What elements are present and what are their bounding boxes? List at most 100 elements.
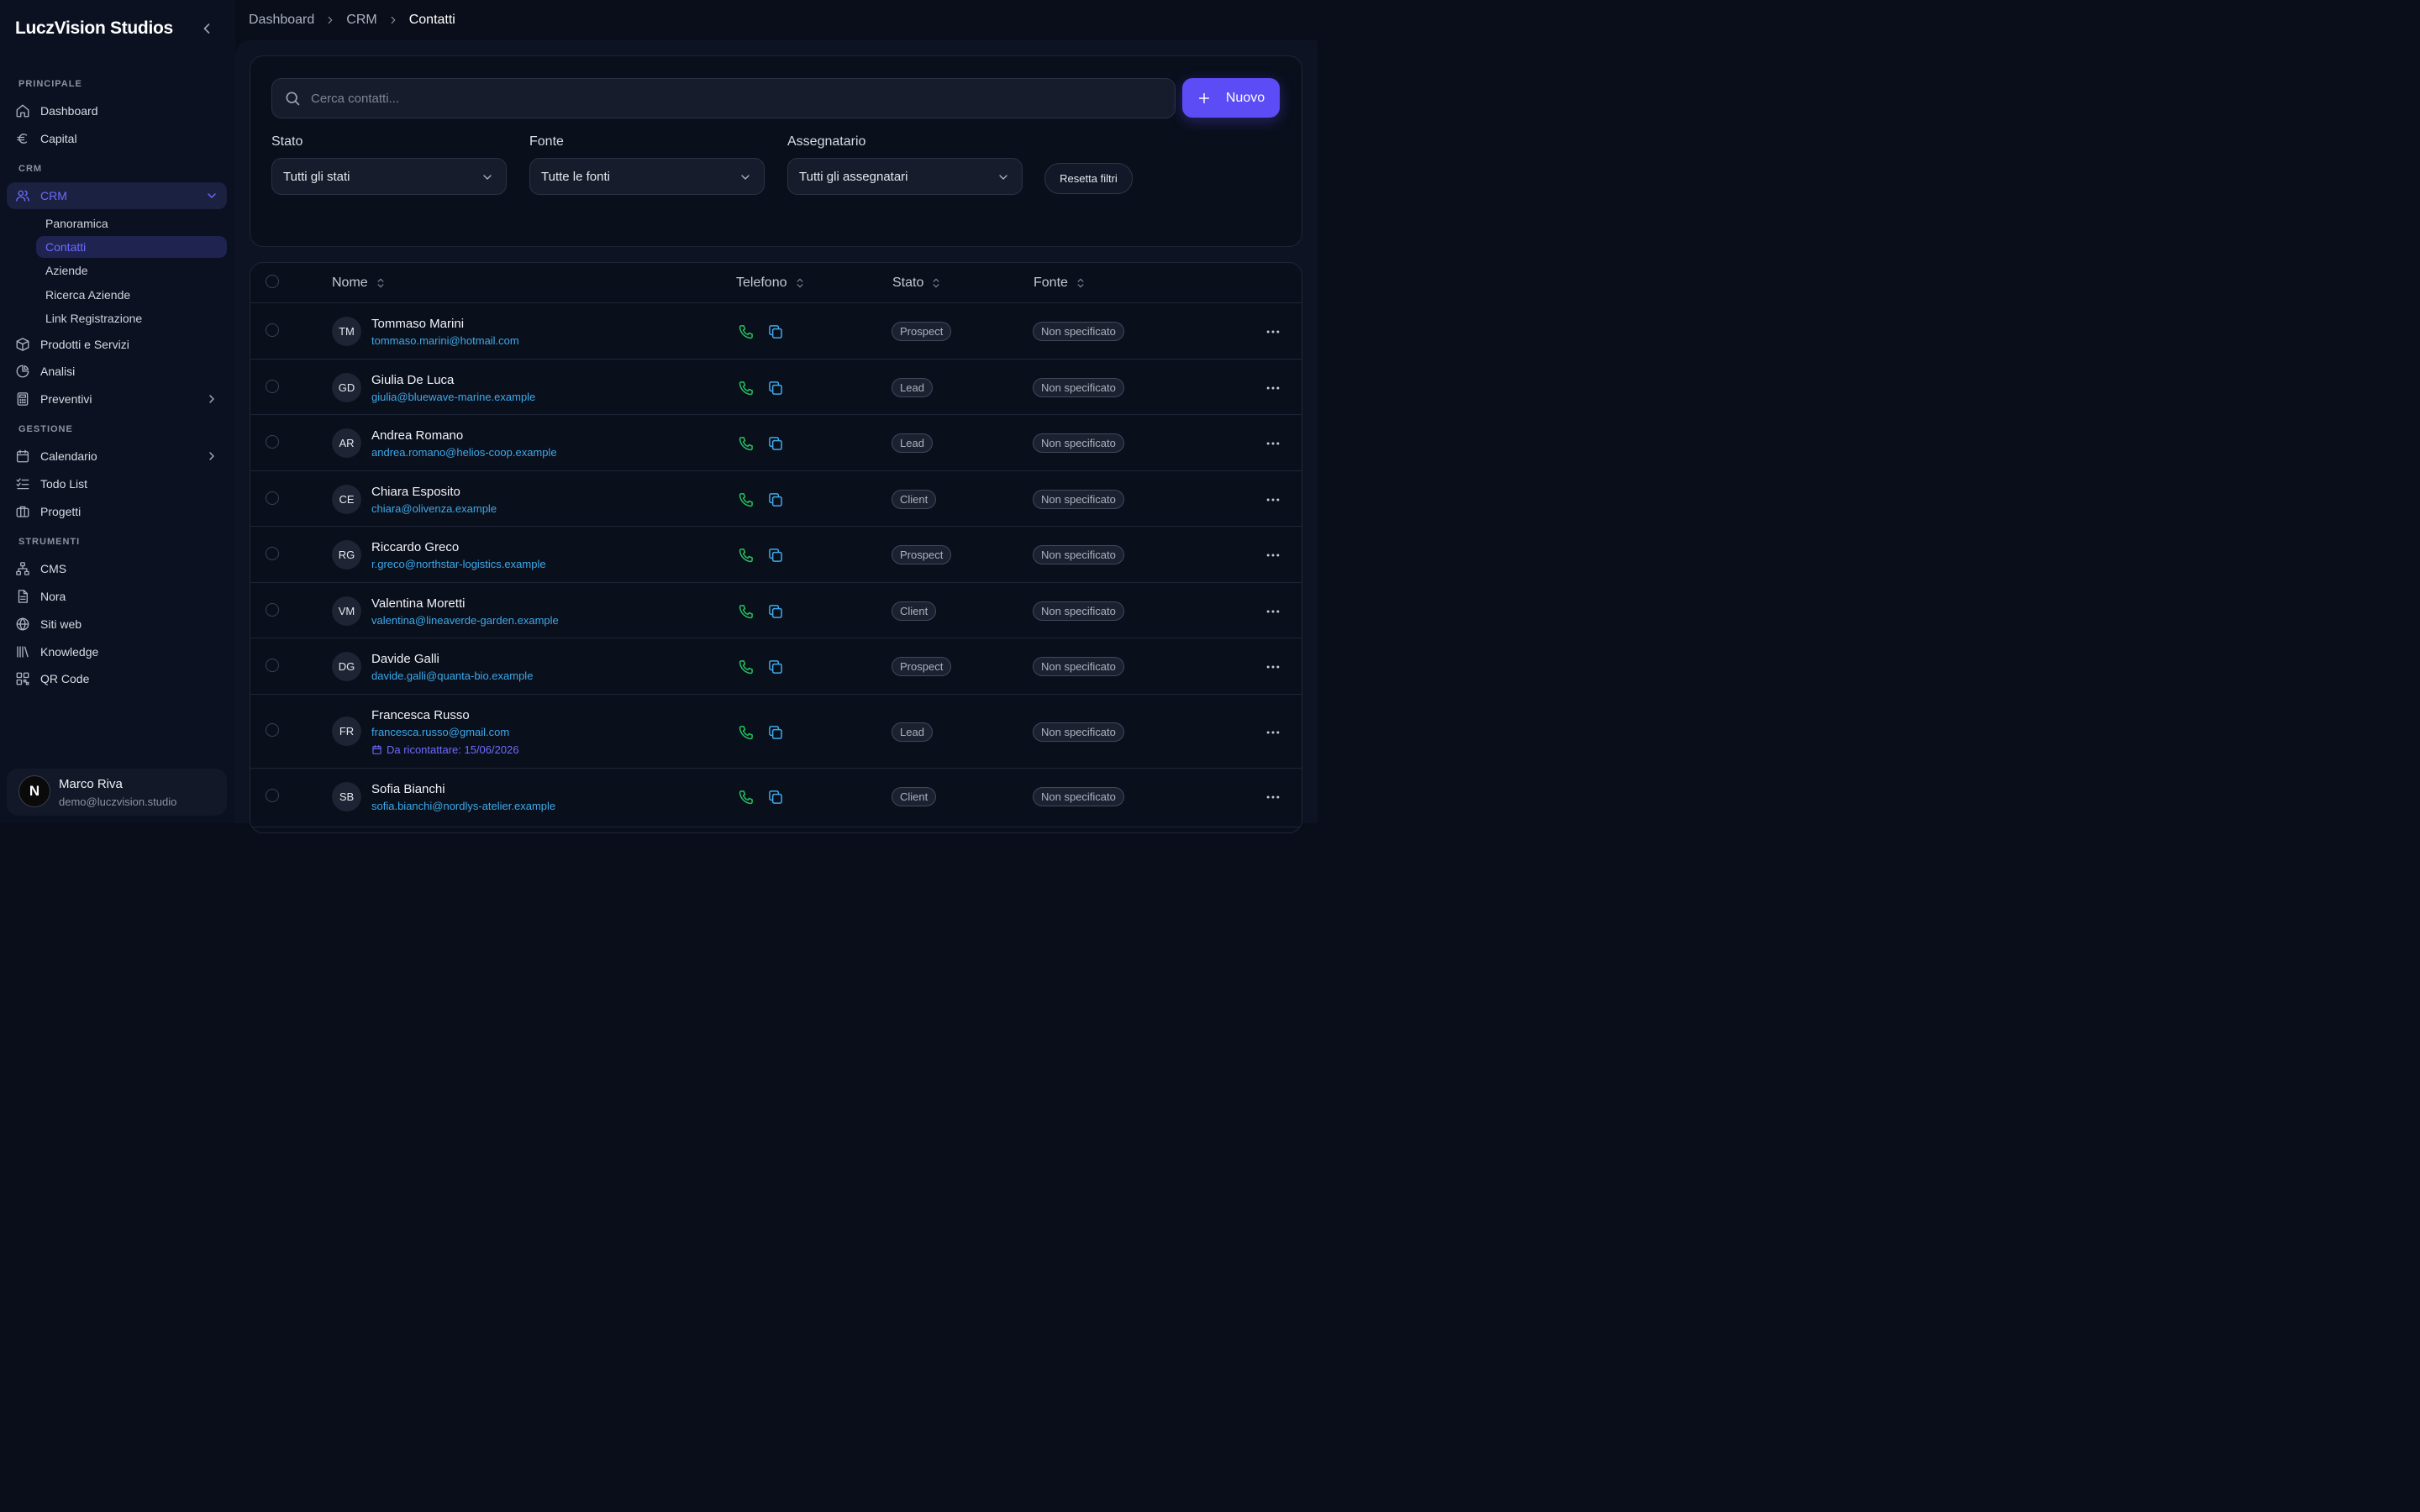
row-checkbox[interactable]	[266, 659, 279, 672]
sidebar-item-knowledge[interactable]: Knowledge	[7, 638, 227, 665]
sidebar-item-calendario[interactable]: Calendario	[7, 443, 227, 470]
copy-icon[interactable]	[767, 789, 784, 806]
row-checkbox[interactable]	[266, 323, 279, 337]
phone-icon[interactable]	[738, 603, 755, 620]
table-row[interactable]: TM Tommaso Marini tommaso.marini@hotmail…	[250, 303, 1302, 360]
copy-icon[interactable]	[767, 491, 784, 508]
contact-email[interactable]: giulia@bluewave-marine.example	[371, 391, 535, 403]
copy-icon[interactable]	[767, 547, 784, 564]
row-checkbox[interactable]	[266, 723, 279, 737]
fonte-select[interactable]: Tutte le fonti	[529, 158, 765, 195]
row-checkbox[interactable]	[266, 789, 279, 802]
more-options-icon[interactable]	[1265, 380, 1281, 396]
contact-email[interactable]: andrea.romano@helios-coop.example	[371, 446, 557, 459]
table-row[interactable]: FR Francesca Russo francesca.russo@gmail…	[250, 695, 1302, 769]
sidebar-item-nora[interactable]: Nora	[7, 583, 227, 610]
more-options-icon[interactable]	[1265, 547, 1281, 564]
more-options-icon[interactable]	[1265, 724, 1281, 741]
copy-icon[interactable]	[767, 659, 784, 675]
sidebar-item-progetti[interactable]: Progetti	[7, 498, 227, 525]
table-row[interactable]: DG Davide Galli davide.galli@quanta-bio.…	[250, 638, 1302, 695]
new-button-label: Nuovo	[1225, 90, 1265, 105]
contact-email[interactable]: chiara@olivenza.example	[371, 502, 497, 515]
phone-icon[interactable]	[738, 323, 755, 340]
contact-avatar: FR	[332, 717, 361, 746]
select-all-checkbox[interactable]	[266, 275, 279, 288]
phone-icon[interactable]	[738, 789, 755, 806]
more-options-icon[interactable]	[1265, 491, 1281, 508]
sitemap-icon	[15, 561, 30, 576]
section-label-crm: CRM	[18, 164, 43, 174]
sidebar-item-cms[interactable]: CMS	[7, 555, 227, 582]
sidebar-item-preventivi[interactable]: Preventivi	[7, 386, 227, 412]
copy-icon[interactable]	[767, 603, 784, 620]
phone-icon[interactable]	[738, 380, 755, 396]
phone-icon[interactable]	[738, 491, 755, 508]
contact-email[interactable]: sofia.bianchi@nordlys-atelier.example	[371, 800, 555, 812]
source-badge: Non specificato	[1033, 787, 1124, 806]
search-box[interactable]	[271, 78, 1176, 118]
more-options-icon[interactable]	[1265, 789, 1281, 806]
more-options-icon[interactable]	[1265, 435, 1281, 452]
breadcrumb-dashboard[interactable]: Dashboard	[249, 13, 314, 28]
sidebar-item-todo[interactable]: Todo List	[7, 470, 227, 497]
search-input[interactable]	[311, 91, 1151, 106]
more-options-icon[interactable]	[1265, 659, 1281, 675]
row-checkbox[interactable]	[266, 380, 279, 393]
sidebar-item-capital[interactable]: Capital	[7, 125, 227, 152]
calendar-icon	[15, 449, 30, 464]
column-header-telefono[interactable]: Telefono	[736, 276, 806, 291]
copy-icon[interactable]	[767, 323, 784, 340]
sidebar-item-analisi[interactable]: Analisi	[7, 358, 227, 385]
contact-email[interactable]: valentina@lineaverde-garden.example	[371, 614, 559, 627]
stato-select[interactable]: Tutti gli stati	[271, 158, 507, 195]
column-header-nome[interactable]: Nome	[332, 276, 387, 291]
copy-icon[interactable]	[767, 435, 784, 452]
sidebar-item-qr-code[interactable]: QR Code	[7, 665, 227, 692]
sidebar-item-siti-web[interactable]: Siti web	[7, 611, 227, 638]
contact-email[interactable]: davide.galli@quanta-bio.example	[371, 669, 533, 682]
contact-name: Davide Galli	[371, 652, 439, 666]
user-profile-card[interactable]: N Marco Riva demo@luczvision.studio	[7, 769, 227, 816]
table-row[interactable]: SB Sofia Bianchi sofia.bianchi@nordlys-a…	[250, 769, 1302, 827]
breadcrumb-crm[interactable]: CRM	[346, 13, 376, 28]
table-row[interactable]: GD Giulia De Luca giulia@bluewave-marine…	[250, 360, 1302, 415]
table-row[interactable]: VM Valentina Moretti valentina@lineaverd…	[250, 583, 1302, 638]
sidebar-item-dashboard[interactable]: Dashboard	[7, 97, 227, 124]
column-header-stato[interactable]: Stato	[892, 276, 942, 291]
row-checkbox[interactable]	[266, 547, 279, 560]
sidebar-subitem-link-registrazione[interactable]: Link Registrazione	[36, 307, 227, 329]
sidebar-subitem-ricerca-aziende[interactable]: Ricerca Aziende	[36, 284, 227, 306]
contact-email[interactable]: r.greco@northstar-logistics.example	[371, 558, 546, 570]
phone-icon[interactable]	[738, 547, 755, 564]
table-row[interactable]: CE Chiara Esposito chiara@olivenza.examp…	[250, 471, 1302, 527]
new-contact-button[interactable]: Nuovo	[1182, 78, 1280, 118]
row-checkbox[interactable]	[266, 491, 279, 505]
sidebar-item-prodotti[interactable]: Prodotti e Servizi	[7, 331, 227, 358]
sidebar-subitem-panoramica[interactable]: Panoramica	[36, 213, 227, 234]
more-options-icon[interactable]	[1265, 323, 1281, 340]
copy-icon[interactable]	[767, 724, 784, 741]
collapse-sidebar-icon[interactable]	[198, 20, 215, 37]
sidebar-subitem-contatti[interactable]: Contatti	[36, 236, 227, 258]
column-header-fonte[interactable]: Fonte	[1034, 276, 1086, 291]
phone-icon[interactable]	[738, 724, 755, 741]
phone-icon[interactable]	[738, 659, 755, 675]
home-icon	[15, 103, 30, 118]
contact-email[interactable]: francesca.russo@gmail.com	[371, 726, 509, 738]
contact-email[interactable]: tommaso.marini@hotmail.com	[371, 334, 519, 347]
phone-icon[interactable]	[738, 435, 755, 452]
table-row[interactable]: RG Riccardo Greco r.greco@northstar-logi…	[250, 527, 1302, 583]
copy-icon[interactable]	[767, 380, 784, 396]
more-options-icon[interactable]	[1265, 603, 1281, 620]
reset-filters-button[interactable]: Resetta filtri	[1044, 163, 1133, 194]
source-badge: Non specificato	[1033, 378, 1124, 397]
column-header-label: Stato	[892, 276, 924, 290]
row-checkbox[interactable]	[266, 435, 279, 449]
sidebar-item-crm[interactable]: CRM	[7, 182, 227, 209]
contact-name: Riccardo Greco	[371, 540, 460, 554]
sidebar-subitem-aziende[interactable]: Aziende	[36, 260, 227, 281]
table-row[interactable]: AR Andrea Romano andrea.romano@helios-co…	[250, 415, 1302, 471]
assegnatario-select[interactable]: Tutti gli assegnatari	[787, 158, 1023, 195]
row-checkbox[interactable]	[266, 603, 279, 617]
